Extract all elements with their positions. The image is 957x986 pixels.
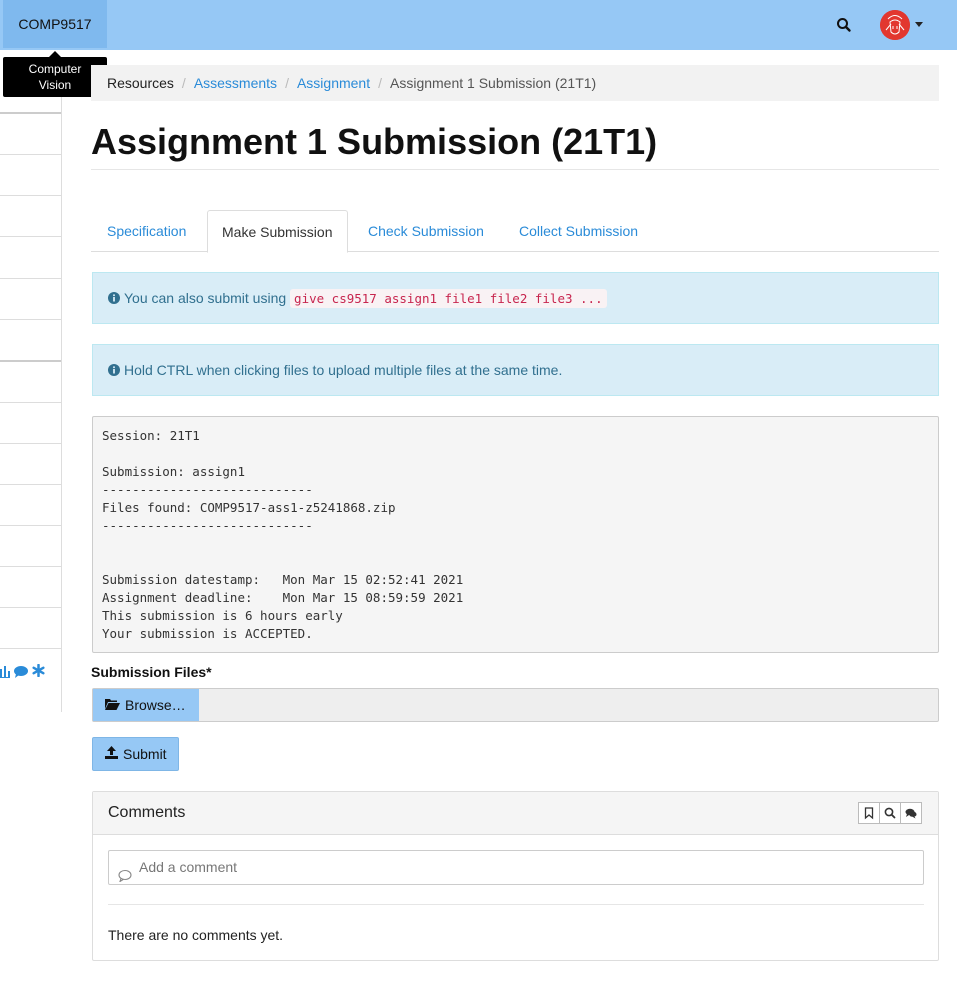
browse-button[interactable]: Browse… xyxy=(93,689,199,721)
left-sidebar xyxy=(0,97,62,712)
info-icon xyxy=(108,346,120,396)
give-info-alert: You can also submit using give cs9517 as… xyxy=(92,272,939,324)
output-line: Submission: assign1 xyxy=(102,464,245,479)
page-title: Assignment 1 Submission (21T1) xyxy=(91,121,658,162)
sidebar-item[interactable] xyxy=(0,319,61,320)
breadcrumb-separator: / xyxy=(378,75,382,91)
tab-bar: Specification Make Submission Check Subm… xyxy=(91,210,939,253)
output-line: Your submission is ACCEPTED. xyxy=(102,626,313,641)
file-upload-field[interactable]: Browse… xyxy=(92,688,939,722)
sidebar-item[interactable] xyxy=(0,443,61,444)
folder-open-icon xyxy=(105,689,120,721)
sidebar-item[interactable] xyxy=(0,607,61,608)
sidebar-item[interactable] xyxy=(0,112,61,114)
submission-files-label: Submission Files* xyxy=(91,664,212,680)
tab-make-submission[interactable]: Make Submission xyxy=(207,210,348,253)
browse-label: Browse… xyxy=(125,697,186,713)
breadcrumb-resources[interactable]: Resources xyxy=(107,75,174,91)
output-line: Assignment deadline: Mon Mar 15 08:59:59… xyxy=(102,590,464,605)
sidebar-item[interactable] xyxy=(0,154,61,155)
sidebar-item[interactable] xyxy=(0,402,61,403)
output-line: This submission is 6 hours early xyxy=(102,608,343,623)
chevron-down-icon[interactable] xyxy=(915,22,923,27)
output-line: ---------------------------- xyxy=(102,482,313,497)
submit-label: Submit xyxy=(123,746,167,762)
course-brand-link[interactable]: COMP9517 xyxy=(3,0,107,48)
ctrl-info-text: Hold CTRL when clicking files to upload … xyxy=(124,362,563,378)
comment-bubble-icon xyxy=(118,861,132,894)
output-line: Session: 21T1 xyxy=(102,428,200,443)
search-icon[interactable] xyxy=(879,802,901,824)
sidebar-item[interactable] xyxy=(0,566,61,567)
tab-check-submission[interactable]: Check Submission xyxy=(368,210,484,252)
output-line: Submission datestamp: Mon Mar 15 02:52:4… xyxy=(102,572,464,587)
give-command-code: give cs9517 assign1 file1 file2 file3 ..… xyxy=(290,289,607,308)
add-comment-placeholder: Add a comment xyxy=(139,859,238,875)
ctrl-info-alert: Hold CTRL when clicking files to upload … xyxy=(92,344,939,396)
comments-icon[interactable] xyxy=(900,802,922,824)
submit-button[interactable]: Submit xyxy=(92,737,179,771)
asterisk-icon[interactable] xyxy=(32,663,45,680)
output-line: ---------------------------- xyxy=(102,518,313,533)
search-icon[interactable] xyxy=(834,15,854,35)
divider xyxy=(108,904,924,905)
comments-panel: Comments Add a comment There are no comm… xyxy=(92,791,939,961)
no-comments-text: There are no comments yet. xyxy=(108,927,284,943)
comment-icon[interactable] xyxy=(14,665,28,681)
comments-title: Comments xyxy=(108,804,186,821)
sidebar-item[interactable] xyxy=(0,236,61,237)
tab-collect-submission[interactable]: Collect Submission xyxy=(519,210,638,252)
sidebar-icon-row xyxy=(0,663,60,681)
breadcrumb-assessments[interactable]: Assessments xyxy=(194,75,277,91)
top-navbar: COMP9517 xyxy=(0,0,957,50)
give-info-text: You can also submit using xyxy=(124,290,287,306)
sidebar-item[interactable] xyxy=(0,484,61,485)
breadcrumb-current: Assignment 1 Submission (21T1) xyxy=(390,75,597,91)
breadcrumb-separator: / xyxy=(285,75,289,91)
info-icon xyxy=(108,274,120,324)
sidebar-item[interactable] xyxy=(0,278,61,279)
breadcrumb: Resources / Assessments / Assignment / Assignm… xyxy=(91,65,939,101)
output-line: Files found: COMP9517-ass1-z5241868.zip xyxy=(102,500,396,515)
sidebar-item xyxy=(0,648,61,649)
sidebar-item[interactable] xyxy=(0,195,61,196)
user-avatar[interactable] xyxy=(880,10,910,40)
sidebar-item[interactable] xyxy=(0,525,61,526)
divider xyxy=(91,169,939,170)
upload-icon xyxy=(105,738,118,770)
add-comment-input[interactable]: Add a comment xyxy=(108,850,924,885)
bookmark-icon[interactable] xyxy=(858,802,880,824)
submission-output: Session: 21T1 Submission: assign1 ------… xyxy=(92,416,939,653)
tab-specification[interactable]: Specification xyxy=(107,210,186,252)
breadcrumb-assignment[interactable]: Assignment xyxy=(297,75,370,91)
comments-header: Comments xyxy=(93,792,938,835)
breadcrumb-separator: / xyxy=(181,75,186,91)
sidebar-item[interactable] xyxy=(0,360,61,362)
bar-chart-icon[interactable] xyxy=(0,664,10,681)
